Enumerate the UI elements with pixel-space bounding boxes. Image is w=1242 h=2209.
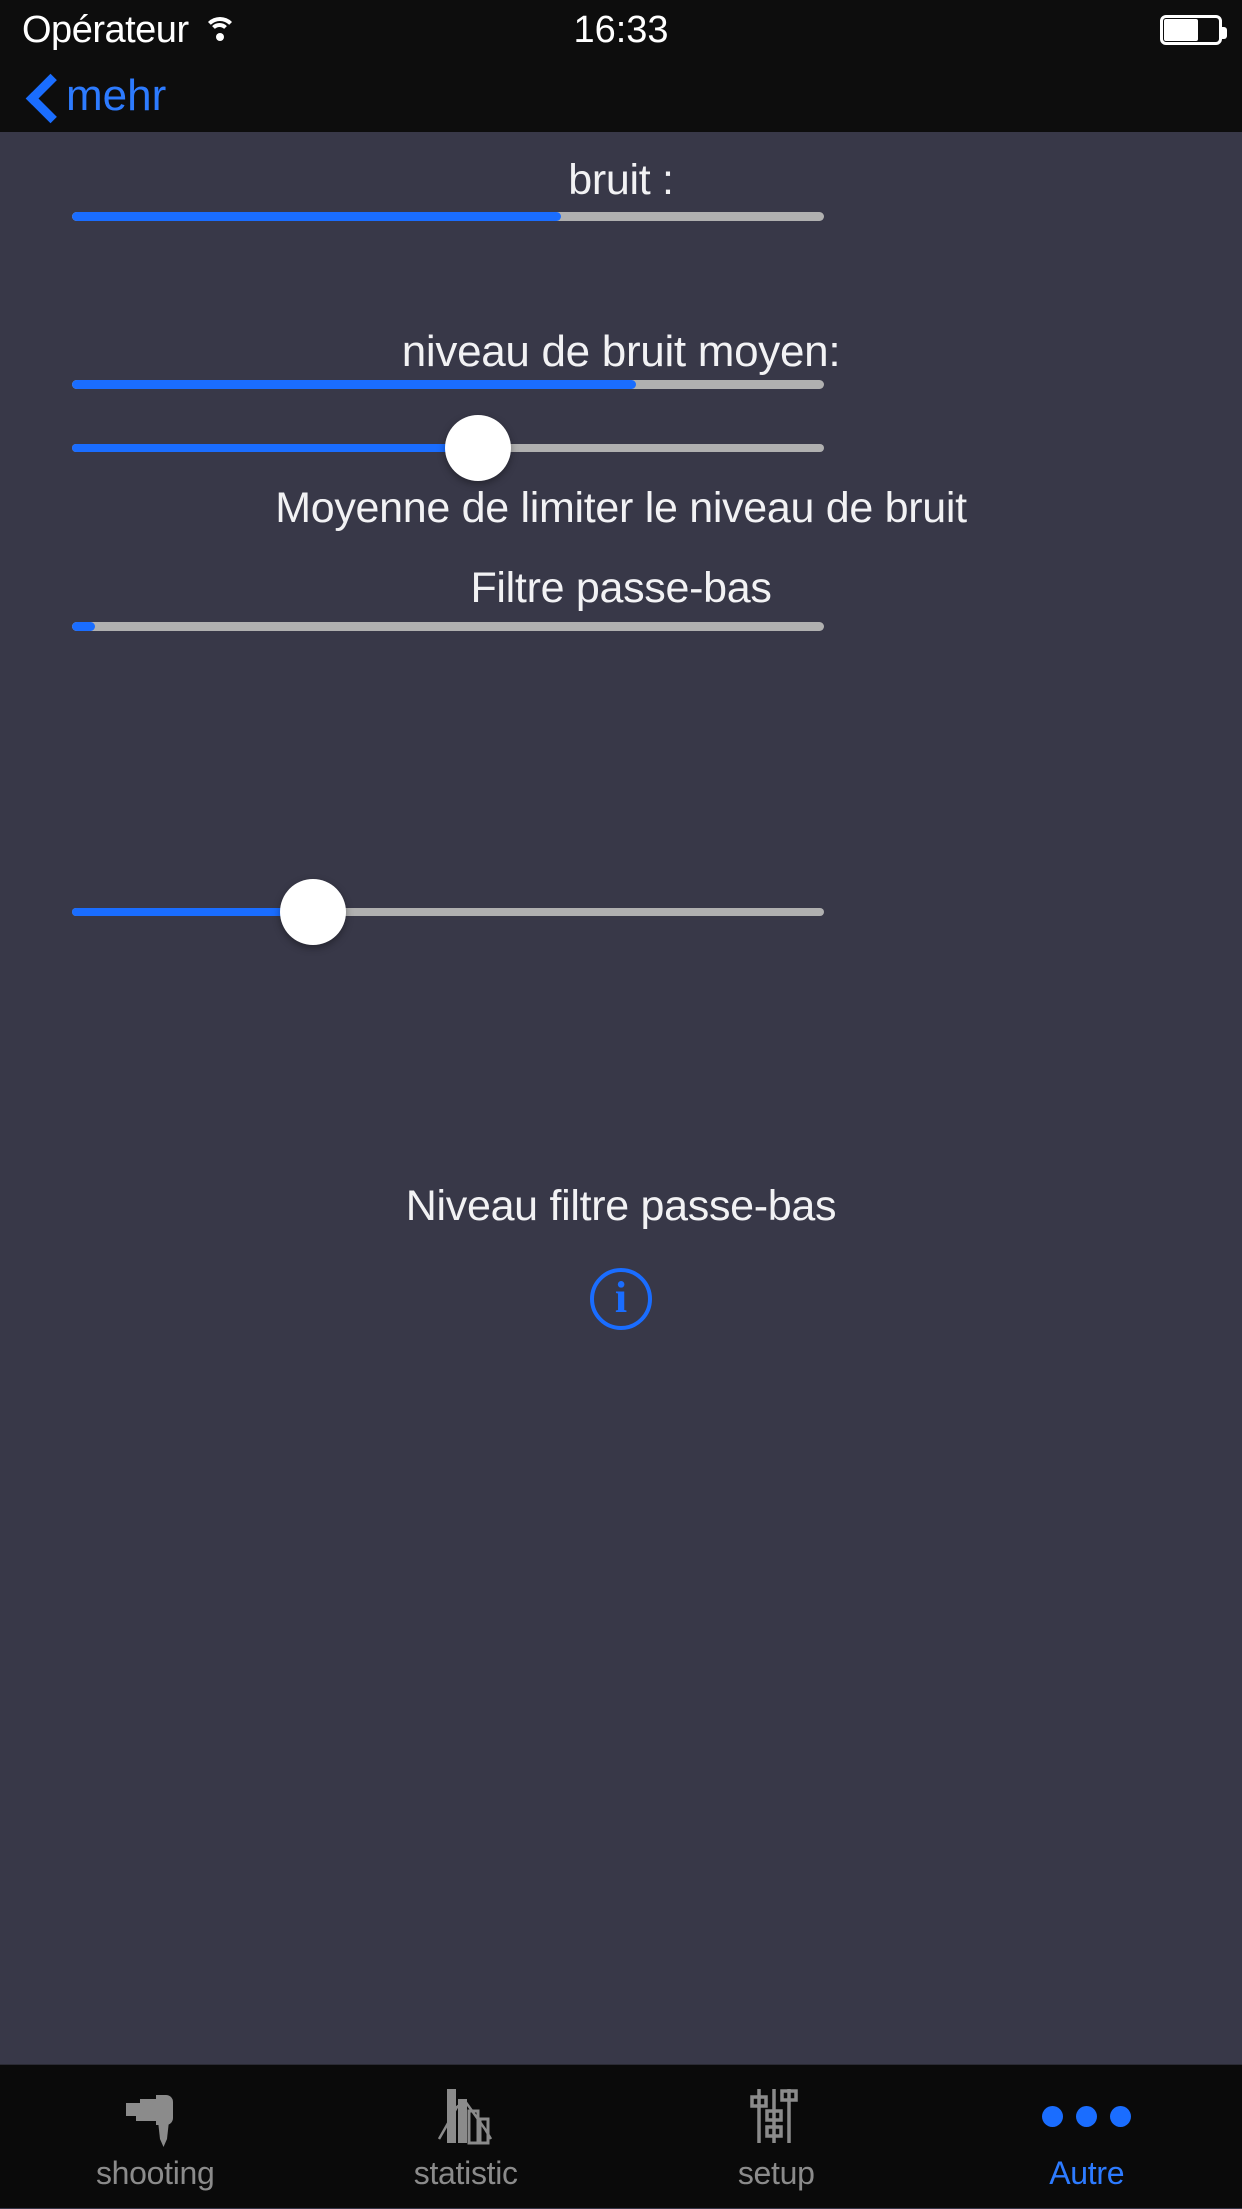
info-circle-icon[interactable]: i: [590, 1268, 652, 1330]
clock-label: 16:33: [0, 9, 1242, 52]
lowpass-progress-bar: [72, 622, 824, 631]
slider-thumb[interactable]: [280, 879, 346, 945]
noise-progress-bar: [72, 212, 824, 221]
status-bar: Opérateur 16:33: [0, 0, 1242, 60]
lowpass-label: Filtre passe-bas: [0, 564, 1242, 613]
settings-content: bruit : niveau de bruit moyen: Moyenne d…: [0, 132, 1242, 2064]
status-bar-right: [1160, 15, 1222, 45]
navigation-bar: mehr: [0, 60, 1242, 132]
tab-shooting[interactable]: shooting: [0, 2065, 311, 2209]
info-glyph: i: [615, 1276, 627, 1320]
chevron-left-icon: [24, 79, 58, 113]
back-button-label: mehr: [66, 71, 166, 121]
sliders-icon: [743, 2083, 809, 2149]
pistol-icon: [122, 2083, 188, 2149]
tab-bar: shooting statistic: [0, 2064, 1242, 2208]
slider-fill: [72, 444, 478, 452]
tab-label: Autre: [1049, 2155, 1124, 2192]
slider-fill: [72, 908, 313, 916]
avg-noise-progress-bar: [72, 380, 824, 389]
bar-chart-icon: [433, 2083, 499, 2149]
avg-noise-caption: Moyenne de limiter le niveau de bruit: [0, 484, 1242, 533]
tab-label: setup: [738, 2155, 815, 2192]
noise-label: bruit :: [0, 156, 1242, 205]
avg-noise-slider[interactable]: [72, 400, 824, 496]
back-button[interactable]: mehr: [24, 71, 166, 121]
slider-thumb[interactable]: [445, 415, 511, 481]
tab-statistic[interactable]: statistic: [311, 2065, 622, 2209]
tab-label: shooting: [96, 2155, 215, 2192]
tab-setup[interactable]: setup: [621, 2065, 932, 2209]
avg-noise-label: niveau de bruit moyen:: [0, 327, 1242, 377]
lowpass-slider[interactable]: [72, 864, 824, 960]
lowpass-caption: Niveau filtre passe-bas: [0, 1182, 1242, 1231]
battery-icon: [1160, 15, 1222, 45]
tab-autre[interactable]: Autre: [932, 2065, 1242, 2209]
tab-label: statistic: [414, 2155, 518, 2192]
more-dots-icon: [1042, 2083, 1131, 2149]
